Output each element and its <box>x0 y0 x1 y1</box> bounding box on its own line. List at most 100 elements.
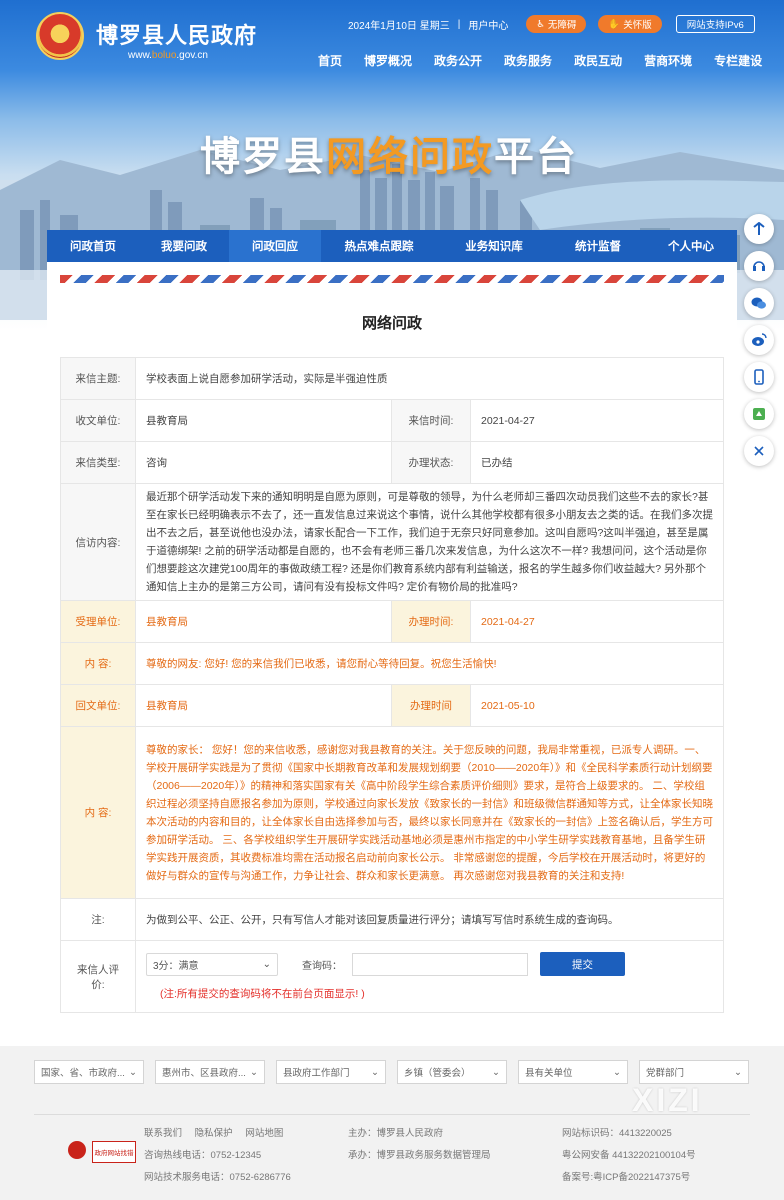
banner-title-highlight: 网络问政 <box>326 133 494 180</box>
tab-statistics[interactable]: 统计监督 <box>551 230 645 262</box>
page-title: 网络问政 <box>361 315 422 332</box>
receiver-label: 收文单位: <box>60 399 136 442</box>
tab-personal[interactable]: 个人中心 <box>645 230 737 262</box>
subject-value: 学校表面上说自愿参加研学活动，实际是半强迫性质 <box>135 357 724 400</box>
elder-mode-label: 关怀版 <box>623 20 652 31</box>
privacy-link[interactable]: 隐私保护 <box>195 1128 233 1139</box>
site-name[interactable]: 博罗县人民政府 <box>96 18 257 50</box>
top-bar: 2024年1月10日 星期三 | 用户中心 ♿ 无障碍 ✋ 关怀版 网站支持IP… <box>348 14 755 34</box>
ack-row: 内 容: 尊敬的网友: 您好! 您的来信我们已收悉，请您耐心等待回复。祝您生活愉… <box>60 642 724 685</box>
nav-interaction[interactable]: 政民互动 <box>574 52 622 69</box>
tab-bar: 问政首页 我要问政 问政回应 热点难点跟踪 业务知识库 统计监督 个人中心 <box>47 230 737 262</box>
footer: 国家、省、市政府... ⌄ 惠州市、区县政府... ⌄ 县政府工作部门 ⌄ 乡镇（管委… <box>0 1046 784 1200</box>
date-value: 2021-04-27 <box>470 399 724 442</box>
sponsor: 主办：博罗县人民政府 <box>348 1128 444 1139</box>
rating-select[interactable]: 3分：满意 ⌄ <box>146 952 278 976</box>
subject-row: 来信主题: 学校表面上说自愿参加研学活动，实际是半强迫性质 <box>60 357 724 400</box>
evaluation-controls: 3分：满意 ⌄ 查询码： 提交 <box>146 952 713 976</box>
close-icon[interactable] <box>744 436 774 466</box>
link-select-label: 乡镇（管委会） <box>404 1068 471 1079</box>
status-label: 办理状态: <box>391 441 471 484</box>
submit-button[interactable]: 提交 <box>540 952 625 976</box>
receiver-value: 县教育局 <box>135 399 392 442</box>
reply-value: 尊敬的家长： 您好！您的来信收悉，感谢您对我县教育的关注。关于您反映的问题，我局… <box>135 726 724 899</box>
floating-toolbar <box>744 214 774 466</box>
accessibility-button[interactable]: ♿ 无障碍 <box>526 15 587 33</box>
handle-time-value: 2021-04-27 <box>470 600 724 643</box>
footer-info: 政府网站找错 联系我们 隐私保护 网站地图 咨询热线电话：0752-12345 … <box>34 1114 750 1196</box>
link-select-national[interactable]: 国家、省、市政府... ⌄ <box>34 1060 144 1084</box>
evaluation-row: 来信人评价: 3分：满意 ⌄ 查询码： 提交 (注:所有提交的查询码将不在前台页… <box>60 940 724 1013</box>
ack-label: 内 容: <box>60 642 136 685</box>
reply-row: 内 容: 尊敬的家长： 您好！您的来信收悉，感谢您对我县教育的关注。关于您反映的… <box>60 726 724 899</box>
note-value: 为做到公平、公正、公开，只有写信人才能对该回复质量进行评分；请填写写信时系统生成… <box>135 898 724 941</box>
nav-gov-affairs[interactable]: 政务公开 <box>434 52 482 69</box>
chevron-down-icon: ⌄ <box>250 1066 258 1078</box>
rating-select-value: 3分：满意 <box>153 960 199 972</box>
link-select-departments[interactable]: 县政府工作部门 ⌄ <box>276 1060 386 1084</box>
code-label: 查询码： <box>302 960 342 972</box>
icp-record[interactable]: 备案号:粤ICP备2022147375号 <box>562 1167 696 1189</box>
tab-response[interactable]: 问政回应 <box>229 230 321 262</box>
wechat-icon[interactable] <box>744 288 774 318</box>
mobile-icon[interactable] <box>744 362 774 392</box>
airmail-border <box>60 275 724 283</box>
nav-gov-services[interactable]: 政务服务 <box>504 52 552 69</box>
reply-time-value: 2021-05-10 <box>470 684 724 727</box>
footer-badges: 政府网站找错 <box>68 1141 136 1163</box>
footer-col-organizer: 主办：博罗县人民政府 承办：博罗县政务服务数据管理局 <box>348 1123 491 1167</box>
handler-label: 受理单位: <box>60 600 136 643</box>
police-record[interactable]: 粤公网安备 44132202100104号 <box>562 1145 696 1167</box>
link-select-label: 国家、省、市政府... <box>41 1068 125 1079</box>
url-suffix: .gov.cn <box>176 50 208 61</box>
link-select-label: 惠州市、区县政府... <box>162 1068 246 1079</box>
url-prefix: www. <box>128 50 152 61</box>
organizer: 承办：博罗县政务服务数据管理局 <box>348 1150 491 1161</box>
reply-unit-value: 县教育局 <box>135 684 392 727</box>
link-select-city[interactable]: 惠州市、区县政府... ⌄ <box>155 1060 265 1084</box>
top-divider: | <box>457 18 461 30</box>
nav-home[interactable]: 首页 <box>318 52 342 69</box>
link-select-units[interactable]: 县有关单位 ⌄ <box>518 1060 628 1084</box>
nav-topics[interactable]: 专栏建设 <box>714 52 762 69</box>
tab-ask[interactable]: 我要问政 <box>139 230 229 262</box>
gov-site-error-badge[interactable]: 政府网站找错 <box>92 1141 136 1163</box>
elder-mode-button[interactable]: ✋ 关怀版 <box>598 15 662 33</box>
banner-title-part2: 平台 <box>494 133 578 180</box>
back-to-top-icon[interactable] <box>744 214 774 244</box>
sitemap-link[interactable]: 网站地图 <box>245 1128 283 1139</box>
type-label: 来信类型: <box>60 441 136 484</box>
tab-hotspot[interactable]: 热点难点跟踪 <box>321 230 437 262</box>
footer-col-records: 网站标识码：4413220025 粤公网安备 44132202100104号 备… <box>562 1123 696 1189</box>
customer-service-icon[interactable] <box>744 251 774 281</box>
status-value: 已办结 <box>470 441 724 484</box>
evaluation-cell: 3分：满意 ⌄ 查询码： 提交 (注:所有提交的查询码将不在前台页面显示! ) <box>135 940 724 1013</box>
link-select-towns[interactable]: 乡镇（管委会） ⌄ <box>397 1060 507 1084</box>
chevron-down-icon: ⌄ <box>613 1066 621 1078</box>
query-code-input[interactable] <box>352 952 528 976</box>
party-emblem-icon[interactable] <box>68 1141 86 1159</box>
ipv6-badge: 网站支持IPv6 <box>675 15 755 33</box>
site-url: www.boluo.gov.cn <box>128 50 208 61</box>
reply-unit-label: 回文单位: <box>60 684 136 727</box>
nav-overview[interactable]: 博罗概况 <box>364 52 412 69</box>
content-label: 信访内容: <box>60 483 136 601</box>
link-select-party[interactable]: 党群部门 ⌄ <box>639 1060 749 1084</box>
footer-link-selects: 国家、省、市政府... ⌄ 惠州市、区县政府... ⌄ 县政府工作部门 ⌄ 乡镇（管委… <box>34 1060 749 1084</box>
letter-detail-table: 来信主题: 学校表面上说自愿参加研学活动，实际是半强迫性质 收文单位: 县教育局… <box>60 357 724 1013</box>
tab-home[interactable]: 问政首页 <box>47 230 139 262</box>
user-center-link[interactable]: 用户中心 <box>468 17 508 32</box>
eval-label: 来信人评价: <box>60 940 136 1013</box>
reply-time-label: 办理时间 <box>391 684 471 727</box>
weibo-icon[interactable] <box>744 325 774 355</box>
contact-us-link[interactable]: 联系我们 <box>144 1128 182 1139</box>
link-select-label: 县政府工作部门 <box>283 1068 350 1079</box>
national-emblem-icon[interactable] <box>36 12 84 60</box>
tab-knowledge[interactable]: 业务知识库 <box>437 230 551 262</box>
app-icon[interactable] <box>744 399 774 429</box>
nav-business[interactable]: 营商环境 <box>644 52 692 69</box>
link-select-label: 县有关单位 <box>525 1068 573 1079</box>
reply-label: 内 容: <box>60 726 136 899</box>
link-select-label: 党群部门 <box>646 1068 685 1079</box>
url-highlight: boluo <box>151 50 177 61</box>
